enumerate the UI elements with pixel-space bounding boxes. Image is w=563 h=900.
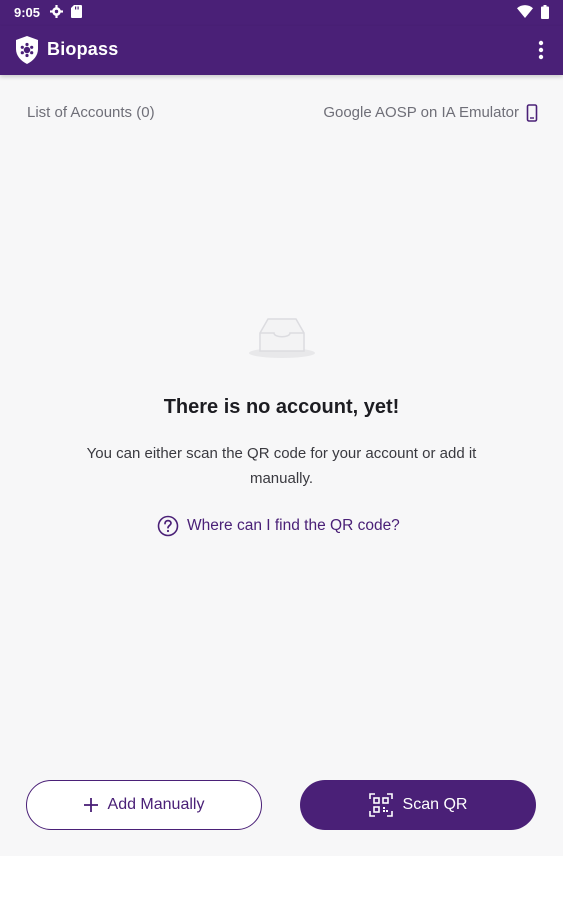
app-title: Biopass (47, 39, 119, 59)
status-bar: 9:05 (0, 0, 563, 26)
wifi-icon (517, 5, 533, 18)
bottom-nav-area (0, 856, 563, 900)
qr-help-label: Where can I find the QR code? (187, 517, 400, 534)
scan-qr-button[interactable]: Scan QR (300, 780, 536, 830)
help-circle-icon (157, 515, 179, 537)
sd-card-icon (71, 5, 82, 18)
status-time: 9:05 (14, 5, 41, 20)
qr-scan-icon (368, 793, 393, 817)
scan-qr-label: Scan QR (402, 796, 468, 813)
settings-icon (50, 5, 63, 18)
shield-logo-icon (16, 36, 38, 64)
accounts-subheader: List of Accounts (0) Google AOSP on IA E… (0, 100, 563, 128)
add-manually-button[interactable]: Add Manually (26, 780, 262, 830)
smartphone-icon (526, 104, 538, 122)
empty-inbox-icon (249, 318, 315, 358)
plus-icon (83, 798, 98, 812)
app-bar: Biopass (0, 26, 563, 75)
add-manually-label: Add Manually (107, 796, 205, 813)
empty-state-description: You can either scan the QR code for your… (86, 445, 477, 487)
more-vert-icon[interactable] (537, 39, 545, 61)
device-name-label: Google AOSP on IA Emulator (323, 104, 519, 121)
accounts-count-label: List of Accounts (0) (27, 104, 155, 121)
qr-help-link[interactable]: Where can I find the QR code? (157, 514, 400, 538)
battery-icon (541, 5, 549, 19)
empty-state-title: There is no account, yet! (163, 396, 400, 418)
